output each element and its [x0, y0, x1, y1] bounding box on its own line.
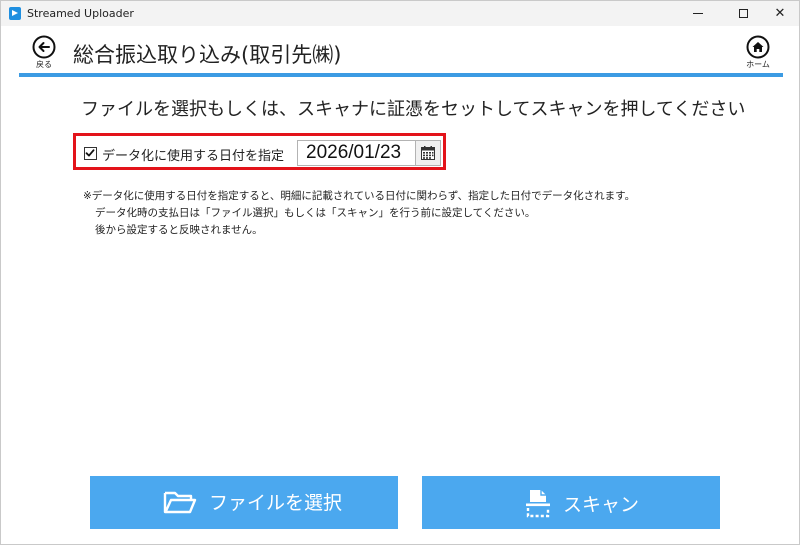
- app-icon: [9, 7, 21, 20]
- select-file-label: ファイルを選択: [209, 492, 343, 514]
- close-icon: ✕: [774, 6, 786, 21]
- date-option-group: データ化に使用する日付を指定 2026/01/23: [73, 133, 446, 170]
- page-title: 総合振込取り込み(取引先㈱): [73, 43, 342, 67]
- scan-button[interactable]: スキャン: [422, 476, 720, 529]
- checkmark-icon: [85, 149, 95, 157]
- scan-button-content: スキャン: [525, 488, 639, 518]
- close-button[interactable]: ✕: [757, 1, 800, 26]
- home-icon: [746, 35, 770, 59]
- calendar-button[interactable]: [416, 140, 441, 166]
- back-arrow-icon: [32, 35, 56, 59]
- scan-label: スキャン: [563, 493, 640, 516]
- back-label: 戻る: [36, 60, 52, 69]
- back-button[interactable]: 戻る: [31, 35, 57, 69]
- scanner-icon: [526, 490, 550, 518]
- note-line: データ化時の支払日は「ファイル選択」もしくは「スキャン」を行う前に設定してくださ…: [95, 207, 536, 219]
- home-label: ホーム: [746, 60, 770, 69]
- note-line: 後から設定すると反映されません。: [95, 224, 263, 236]
- calendar-icon: [421, 146, 435, 160]
- instruction-text: ファイルを選択もしくは、スキャナに証憑をセットしてスキャンを押してください: [81, 99, 746, 120]
- date-field[interactable]: 2026/01/23: [297, 140, 416, 166]
- use-date-checkbox[interactable]: [84, 147, 97, 160]
- folder-icon: [163, 491, 197, 513]
- use-date-label[interactable]: データ化に使用する日付を指定: [102, 145, 284, 164]
- minimize-icon: [693, 13, 703, 14]
- select-file-button-content: ファイルを選択: [163, 488, 342, 515]
- minimize-button[interactable]: [675, 1, 721, 26]
- home-button[interactable]: ホーム: [741, 35, 775, 69]
- maximize-icon: [739, 9, 748, 18]
- select-file-button[interactable]: ファイルを選択: [90, 476, 398, 529]
- app-window: Streamed Uploader ✕ 戻る 総合振込取り込み(取引先㈱) ホー…: [0, 0, 800, 545]
- note-line: ※データ化に使用する日付を指定すると、明細に記載されている日付に関わらず、指定し…: [83, 190, 636, 202]
- title-bar: Streamed Uploader ✕: [1, 1, 799, 26]
- header-divider: [19, 73, 783, 77]
- window-title: Streamed Uploader: [27, 7, 134, 20]
- date-notes: ※データ化に使用する日付を指定すると、明細に記載されている日付に関わらず、指定し…: [83, 188, 635, 239]
